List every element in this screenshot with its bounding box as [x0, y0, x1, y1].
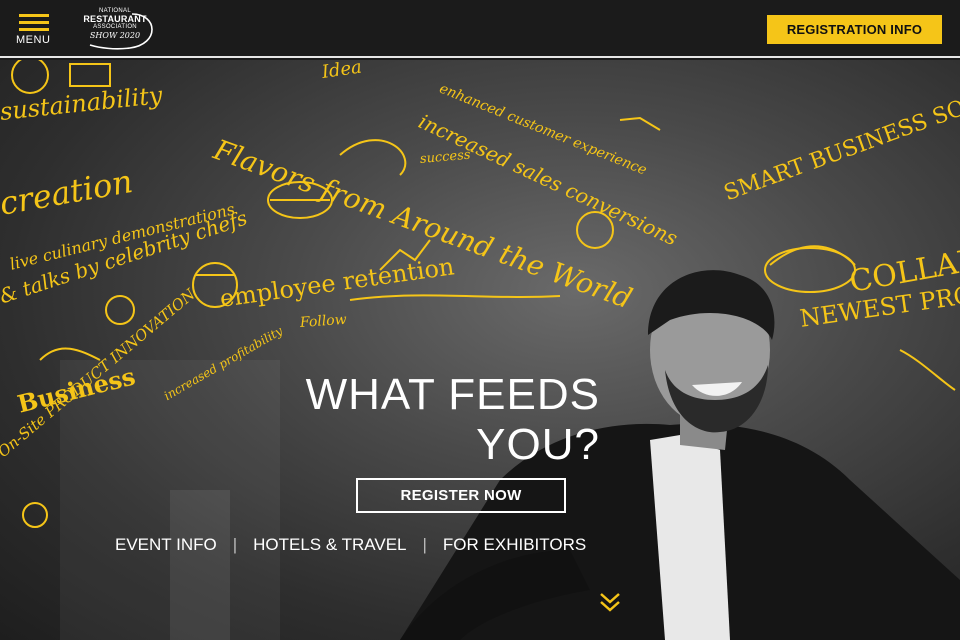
- headline-line-2: YOU?: [476, 420, 600, 469]
- show-logo[interactable]: NATIONAL RESTAURANT ASSOCIATION SHOW 202…: [70, 8, 160, 52]
- hero-nav: EVENT INFO | HOTELS & TRAVEL | FOR EXHIB…: [115, 534, 586, 556]
- menu-label: MENU: [16, 34, 51, 46]
- hamburger-icon-bar: [19, 28, 49, 31]
- hero-headline: WHAT FEEDS YOU?: [270, 370, 600, 470]
- scroll-down-chevron-icon[interactable]: [598, 590, 622, 614]
- menu-button[interactable]: MENU: [16, 12, 56, 46]
- nav-link-for-exhibitors[interactable]: FOR EXHIBITORS: [443, 535, 586, 555]
- nav-link-event-info[interactable]: EVENT INFO: [115, 535, 217, 555]
- hero-section: sustainability creation Flavors from Aro…: [0, 60, 960, 640]
- nav-link-hotels-travel[interactable]: HOTELS & TRAVEL: [253, 535, 406, 555]
- headline-line-1: WHAT FEEDS: [305, 370, 600, 419]
- top-header: MENU NATIONAL RESTAURANT ASSOCIATION SHO…: [0, 0, 960, 58]
- register-now-button[interactable]: REGISTER NOW: [356, 478, 566, 513]
- nav-separator: |: [232, 535, 238, 554]
- registration-info-button[interactable]: REGISTRATION INFO: [767, 15, 942, 44]
- hamburger-icon: [19, 14, 49, 17]
- logo-swoosh-icon: [89, 13, 153, 50]
- hamburger-icon-bar: [19, 21, 49, 24]
- nav-separator: |: [422, 535, 427, 554]
